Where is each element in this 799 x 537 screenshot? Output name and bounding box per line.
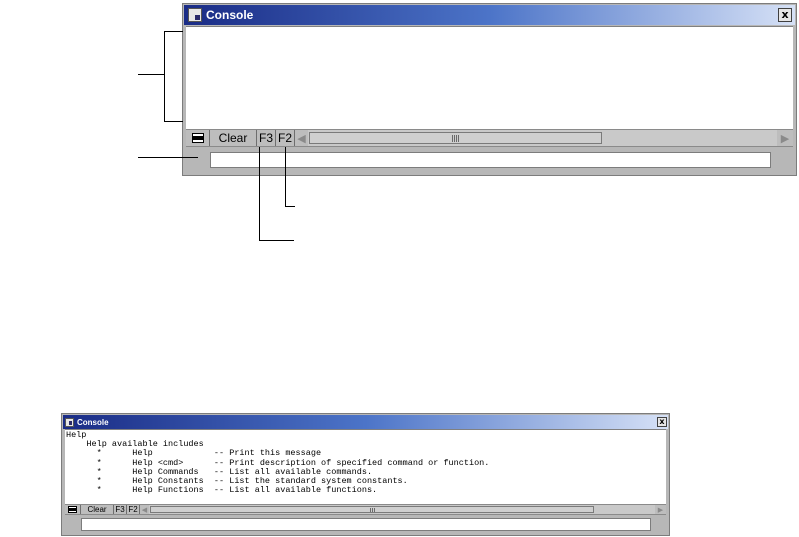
- console-menu-icon: [191, 133, 204, 143]
- scrollbar-thumb[interactable]: [150, 506, 594, 513]
- horizontal-scrollbar[interactable]: [149, 505, 655, 514]
- console-toolbar: Clear F3 F2 ◀ ▶: [186, 129, 793, 147]
- arrow-right-icon: ▶: [657, 506, 664, 514]
- callout-bracket-top: [164, 31, 183, 32]
- scroll-left-button[interactable]: ◀: [295, 130, 308, 146]
- callout-f2-horizontal: [285, 206, 295, 207]
- arrow-right-icon: ▶: [780, 132, 790, 145]
- title-bar[interactable]: Console: [184, 5, 795, 25]
- console-window-top: Console x Clear F3 F2 ◀ ▶: [182, 3, 797, 176]
- console-output[interactable]: Help Help available includes * Help -- P…: [65, 429, 666, 504]
- close-button[interactable]: x: [657, 417, 667, 427]
- grip-icon: [369, 507, 375, 512]
- console-toolbar: Clear F3 F2 ◀ ▶: [65, 504, 666, 515]
- command-input[interactable]: [81, 518, 651, 531]
- console-app-icon: [188, 8, 202, 22]
- callout-f3-horizontal: [259, 240, 294, 241]
- callout-f3-vertical: [259, 147, 260, 241]
- command-bar: [65, 515, 666, 535]
- clear-button-label: Clear: [218, 131, 248, 145]
- console-window-bottom: Console x Help Help available includes *…: [61, 413, 670, 536]
- callout-bracket-vertical: [164, 31, 165, 122]
- console-output[interactable]: [186, 26, 793, 129]
- close-button[interactable]: x: [778, 8, 792, 22]
- f3-button[interactable]: F3: [114, 505, 127, 514]
- f3-button-label: F3: [115, 505, 125, 514]
- f3-button-label: F3: [258, 131, 273, 145]
- console-app-icon: [65, 417, 74, 427]
- command-input[interactable]: [210, 152, 771, 168]
- f2-button-label: F2: [277, 131, 292, 145]
- arrow-left-icon: ◀: [141, 506, 148, 514]
- toolbar-menu-button[interactable]: [186, 130, 210, 146]
- scroll-right-button[interactable]: ▶: [777, 130, 793, 146]
- scrollbar-thumb[interactable]: [309, 132, 602, 144]
- output-line: * Help Functions -- List all available f…: [66, 485, 378, 496]
- scroll-left-button[interactable]: ◀: [140, 505, 149, 514]
- window-title: Console: [77, 417, 109, 427]
- clear-button[interactable]: Clear: [210, 130, 257, 146]
- clear-button[interactable]: Clear: [81, 505, 114, 514]
- f2-button[interactable]: F2: [276, 130, 295, 146]
- scroll-right-button[interactable]: ▶: [655, 505, 666, 514]
- console-menu-icon: [68, 506, 77, 513]
- callout-f2-vertical: [285, 147, 286, 207]
- close-icon: x: [781, 8, 789, 21]
- close-icon: x: [659, 417, 665, 426]
- callout-input-leader: [138, 157, 198, 158]
- grip-icon: [452, 134, 459, 142]
- title-bar[interactable]: Console: [63, 415, 668, 429]
- callout-bracket-bottom: [164, 121, 183, 122]
- f2-button-label: F2: [128, 505, 138, 514]
- arrow-left-icon: ◀: [297, 132, 306, 145]
- toolbar-menu-button[interactable]: [65, 505, 81, 514]
- window-title: Console: [206, 8, 254, 22]
- clear-button-label: Clear: [87, 505, 107, 514]
- callout-output-leader: [138, 74, 165, 75]
- console-output-text: Help Help available includes * Help -- P…: [66, 430, 666, 496]
- horizontal-scrollbar[interactable]: [308, 130, 777, 146]
- f2-button[interactable]: F2: [127, 505, 140, 514]
- command-bar: [186, 147, 793, 173]
- f3-button[interactable]: F3: [257, 130, 276, 146]
